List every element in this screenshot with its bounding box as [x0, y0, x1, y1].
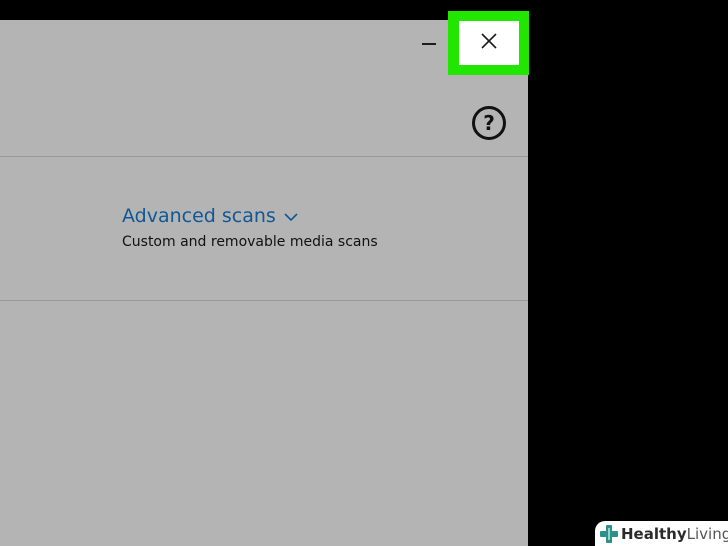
- watermark-brand-light: Living: [686, 524, 728, 543]
- security-app-window: ? Advanced scans Custom and removable me…: [0, 20, 528, 546]
- advanced-scans-link[interactable]: Advanced scans: [122, 205, 298, 227]
- watermark-brand-strong: Healthy: [621, 524, 687, 543]
- close-icon: [480, 32, 498, 54]
- advanced-scans-label: Advanced scans: [122, 205, 276, 227]
- watermark-badge: Healthy Living: [595, 521, 728, 546]
- section-divider-bottom: [0, 300, 528, 301]
- minimize-icon: [422, 43, 436, 45]
- help-button[interactable]: ?: [472, 106, 506, 140]
- minimize-button[interactable]: [412, 30, 446, 58]
- screen: ? Advanced scans Custom and removable me…: [0, 0, 728, 546]
- healthy-living-logo-icon: [599, 524, 619, 544]
- close-button[interactable]: [459, 21, 519, 65]
- help-icon: ?: [483, 111, 495, 135]
- section-divider-top: [0, 156, 528, 157]
- advanced-scans-subtitle: Custom and removable media scans: [122, 234, 378, 250]
- chevron-down-icon: [284, 213, 298, 222]
